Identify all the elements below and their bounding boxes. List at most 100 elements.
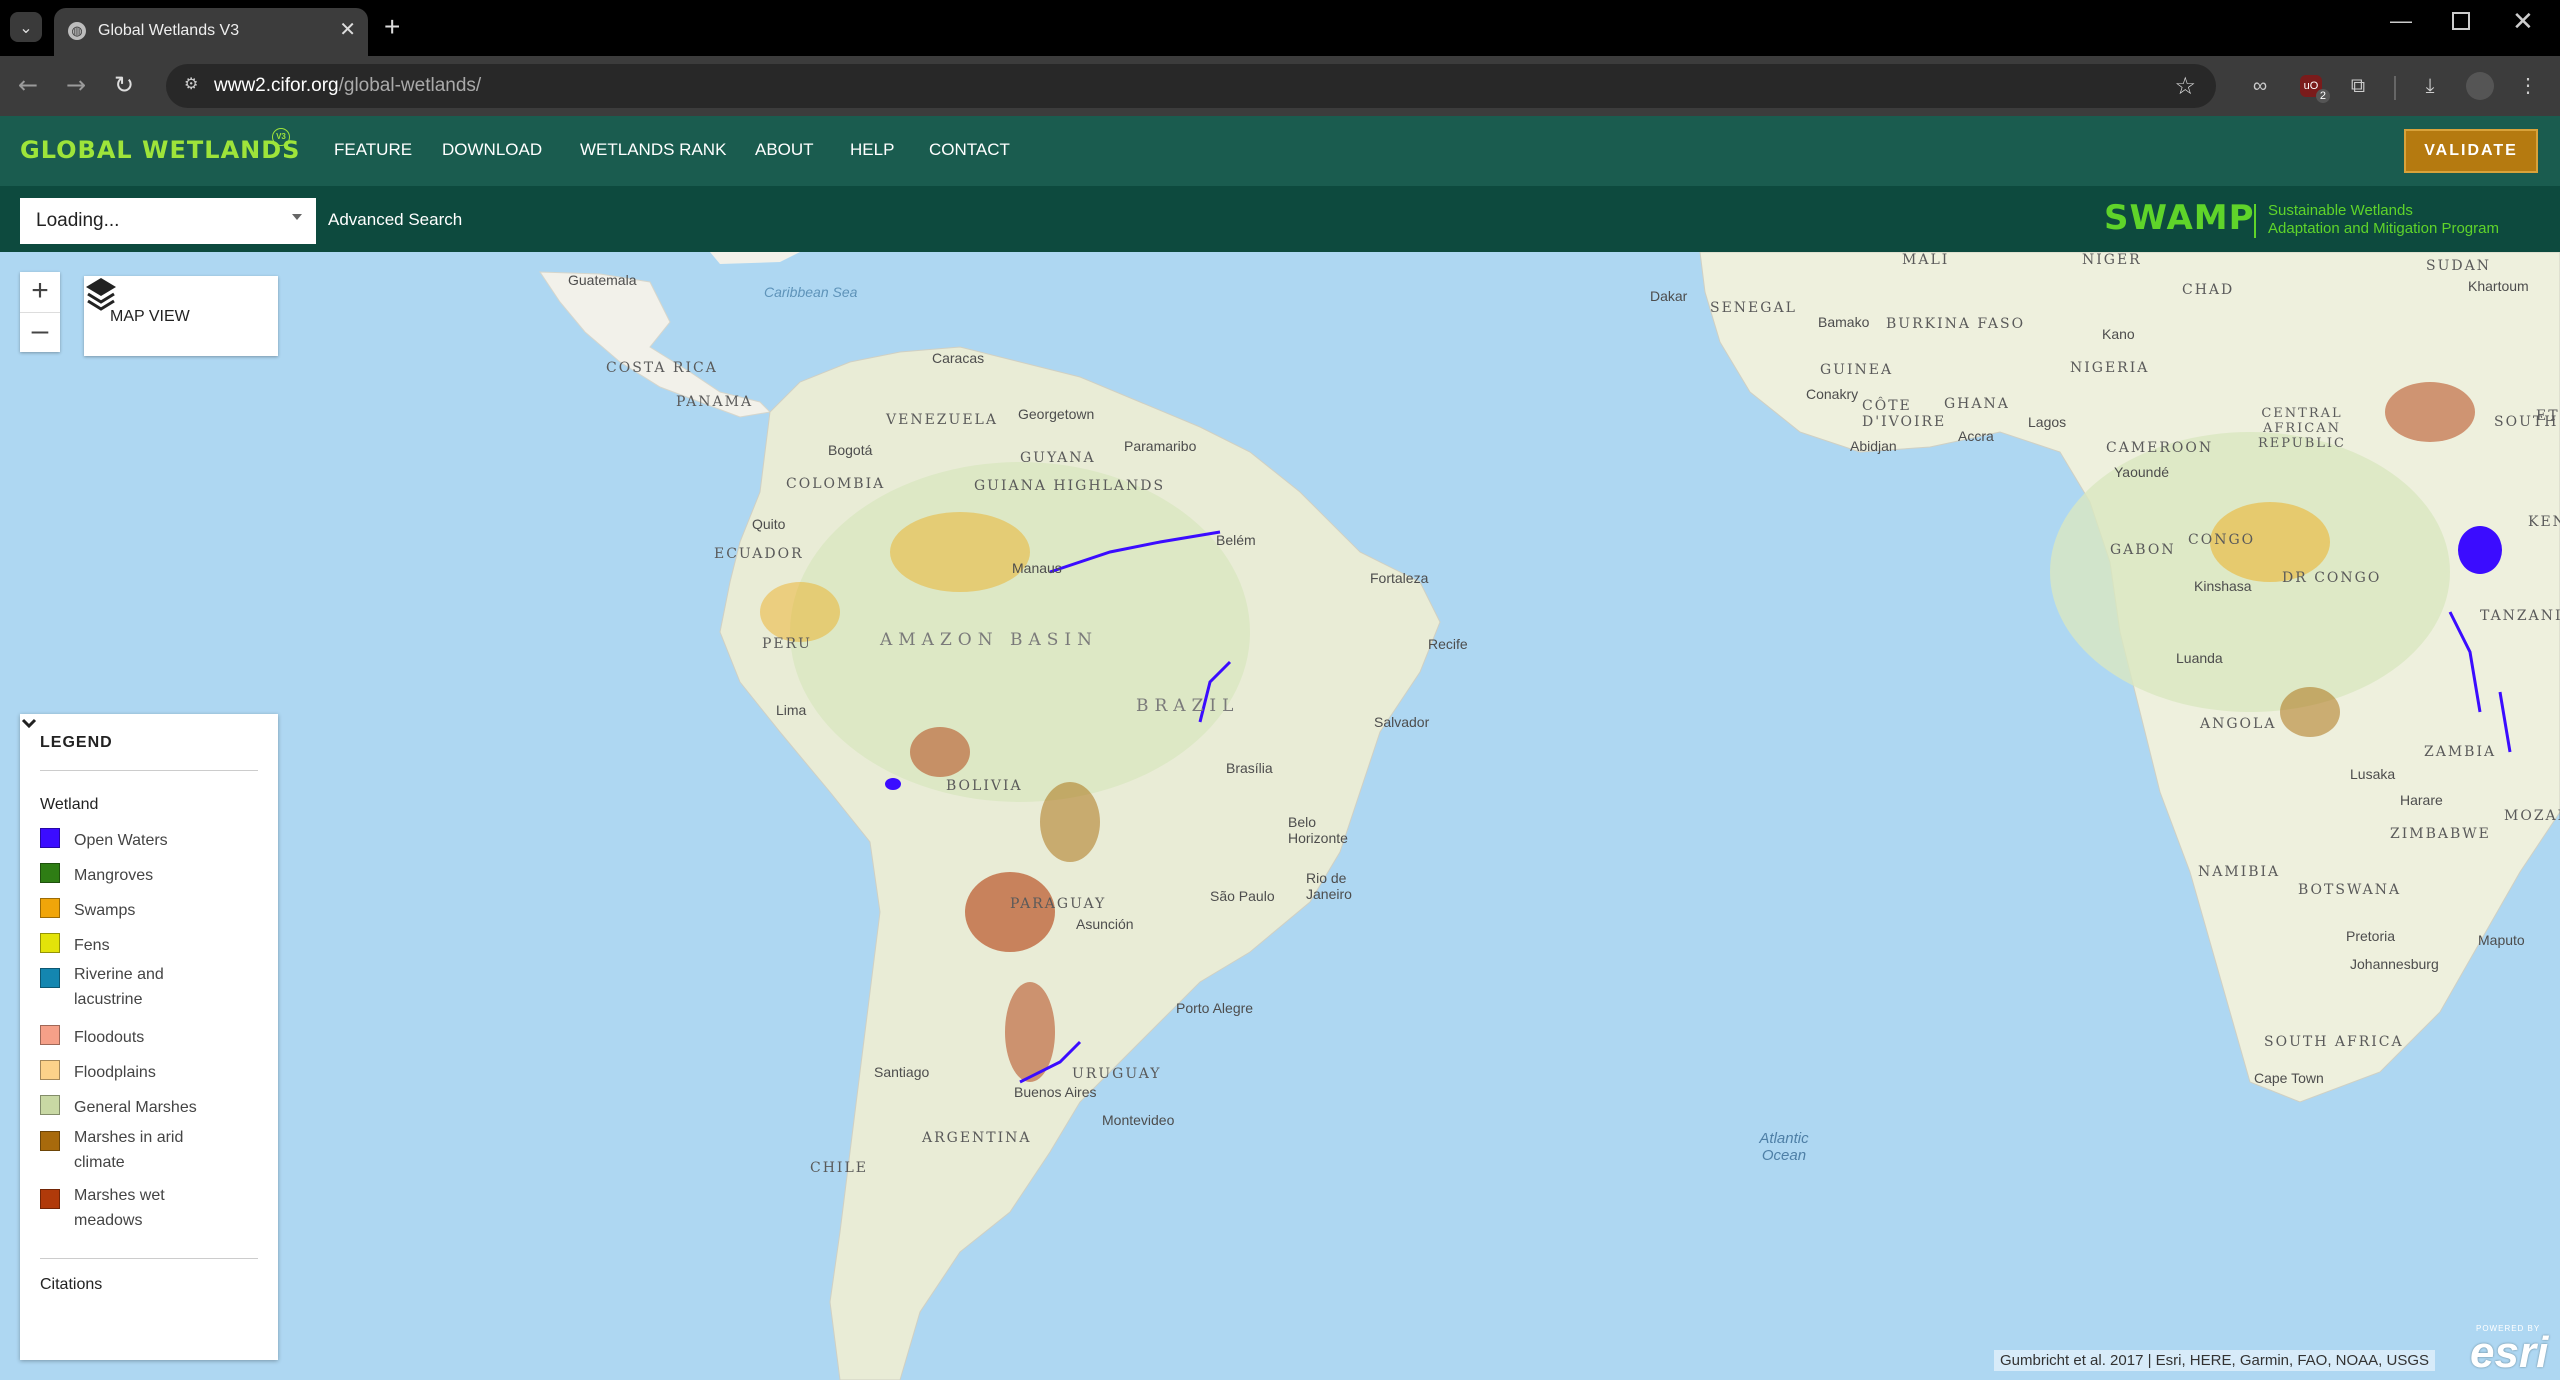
nav-wetlands-rank[interactable]: WETLANDS RANK <box>580 140 726 160</box>
ublock-extension-icon[interactable]: uO 2 <box>2300 75 2330 103</box>
map-label: GUYANA <box>1020 450 1096 466</box>
map-label: Guatemala <box>568 272 637 288</box>
restore-icon[interactable] <box>2452 12 2470 30</box>
basemap <box>539 252 2560 1380</box>
map-label: Caribbean Sea <box>764 284 858 300</box>
map-label: Caracas <box>932 350 985 366</box>
forward-arrow-icon[interactable]: → <box>66 70 86 100</box>
legend-swatch <box>40 968 60 988</box>
map-label: GUIANA HIGHLANDS <box>974 478 1166 494</box>
legend-label: Mangroves <box>74 867 154 884</box>
map-label: Maputo <box>2478 932 2525 948</box>
legend-label: General Marshes <box>74 1099 197 1116</box>
url-text: www2.cifor.org/global-wetlands/ <box>214 75 482 96</box>
map-label: NIGERIA <box>2070 360 2150 376</box>
nav-about[interactable]: ABOUT <box>755 140 814 160</box>
map-label: ARGENTINA <box>922 1130 1032 1146</box>
close-tab-icon[interactable]: ✕ <box>339 18 356 42</box>
map-label: TANZANIA <box>2480 608 2560 624</box>
map-label: KEN <box>2528 514 2560 530</box>
map-label: BRAZIL <box>1136 696 1240 716</box>
tab-search-chevron-icon[interactable]: ⌄ <box>10 12 42 42</box>
browser-tab[interactable]: ◍ Global Wetlands V3 ✕ <box>54 8 368 56</box>
site-info-icon[interactable]: ⚙ <box>184 76 202 94</box>
advanced-search-link[interactable]: Advanced Search <box>328 210 462 230</box>
browser-tab-bar: ⌄ ◍ Global Wetlands V3 ✕ + — ✕ <box>0 0 2560 56</box>
map-label: SUDAN <box>2426 258 2491 274</box>
map-label: SENEGAL <box>1710 300 1797 316</box>
map-attribution: Gumbricht et al. 2017 | Esri, HERE, Garm… <box>1994 1350 2436 1371</box>
map-label: Recife <box>1428 636 1468 652</box>
map-label: ECUADOR <box>714 546 804 562</box>
bookmark-star-icon[interactable]: ☆ <box>2174 72 2196 101</box>
site-logo[interactable]: GLOBAL WETLANDS <box>20 136 300 164</box>
map-label: Quito <box>752 516 786 532</box>
lake-victoria <box>2458 526 2502 574</box>
map-label: COLOMBIA <box>786 476 886 492</box>
legend-label: Open Waters <box>74 832 168 849</box>
address-bar[interactable]: ⚙ www2.cifor.org/global-wetlands/ ☆ <box>166 64 2216 108</box>
zoom-in-button[interactable]: + <box>20 272 60 313</box>
map-label: Abidjan <box>1850 438 1897 454</box>
back-arrow-icon[interactable]: ← <box>18 70 38 100</box>
legend-swatch <box>40 1095 60 1115</box>
globe-icon: ◍ <box>68 22 86 40</box>
legend-panel: LEGEND Wetland Open Waters Mangroves Swamp… <box>20 714 278 1360</box>
map-label: Dakar <box>1650 288 1688 304</box>
zoom-out-button[interactable]: – <box>20 312 60 352</box>
nav-feature[interactable]: FEATURE <box>334 140 412 160</box>
validate-button[interactable]: VALIDATE <box>2404 129 2538 173</box>
browser-menu-icon[interactable]: ⋮ <box>2514 72 2542 100</box>
extension-glasses-icon[interactable]: ∞ <box>2246 72 2274 100</box>
map-label: ZIMBABWE <box>2390 826 2491 842</box>
version-badge: V3 <box>272 128 290 146</box>
legend-group-title: Wetland <box>40 796 99 813</box>
legend-swatch <box>40 863 60 883</box>
window-close-icon[interactable]: ✕ <box>2512 6 2534 37</box>
extensions-puzzle-icon[interactable]: ⧉ <box>2344 72 2372 100</box>
profile-avatar[interactable] <box>2466 72 2494 100</box>
legend-label: Marshes wet meadows <box>74 1187 165 1229</box>
reload-icon[interactable]: ↻ <box>114 70 134 100</box>
legend-label: Fens <box>74 937 110 954</box>
search-dropdown[interactable]: Loading... <box>20 198 316 244</box>
nav-download[interactable]: DOWNLOAD <box>442 140 542 160</box>
legend-divider <box>40 770 258 771</box>
esri-logo[interactable]: esri <box>2470 1328 2548 1378</box>
zoom-control: + – <box>20 272 60 352</box>
map-label: CONGO <box>2188 532 2256 548</box>
legend-swatch <box>40 1189 60 1209</box>
map-label: CAMEROON <box>2106 440 2214 456</box>
minimize-icon[interactable]: — <box>2390 8 2412 34</box>
legend-label: Floodplains <box>74 1064 156 1081</box>
new-tab-plus-icon[interactable]: + <box>384 12 400 42</box>
map-label: GABON <box>2110 542 2176 558</box>
map-label: MALI <box>1902 252 1950 268</box>
legend-label: Riverine and lacustrine <box>74 966 164 1008</box>
map-label: Georgetown <box>1018 406 1095 422</box>
legend-divider <box>40 1258 258 1259</box>
map-label: CÔTE D'IVOIRE <box>1862 398 1947 430</box>
map-label: VENEZUELA <box>886 412 998 428</box>
map-label: CHILE <box>810 1160 868 1176</box>
map-label: Accra <box>1958 428 1994 444</box>
map-label: Pretoria <box>2346 928 2396 944</box>
map-label: Cape Town <box>2254 1070 2324 1086</box>
map-label: Salvador <box>1374 714 1430 730</box>
map-label: Yaoundé <box>2114 464 2170 480</box>
map-label: Montevideo <box>1102 1112 1175 1128</box>
map-view-button[interactable]: MAP VIEW <box>84 276 278 356</box>
nav-help[interactable]: HELP <box>850 140 894 160</box>
map-label: PANAMA <box>676 394 754 410</box>
nav-contact[interactable]: CONTACT <box>929 140 1010 160</box>
map-canvas[interactable]: Caribbean Sea Guatemala COSTA RICA PANAM… <box>0 252 2560 1380</box>
map-label: SOUTH AFRICA <box>2264 1034 2404 1050</box>
map-label: ET <box>2536 408 2560 424</box>
map-label: Belém <box>1216 532 1256 548</box>
download-icon[interactable]: ⤓ <box>2416 72 2444 100</box>
map-label: Lusaka <box>2350 766 2396 782</box>
chevron-down-icon[interactable] <box>20 714 38 732</box>
citations-link[interactable]: Citations <box>40 1276 102 1294</box>
map-label: GHANA <box>1944 396 2010 412</box>
map-label: CENTRAL AFRICAN REPUBLIC <box>2257 406 2347 451</box>
